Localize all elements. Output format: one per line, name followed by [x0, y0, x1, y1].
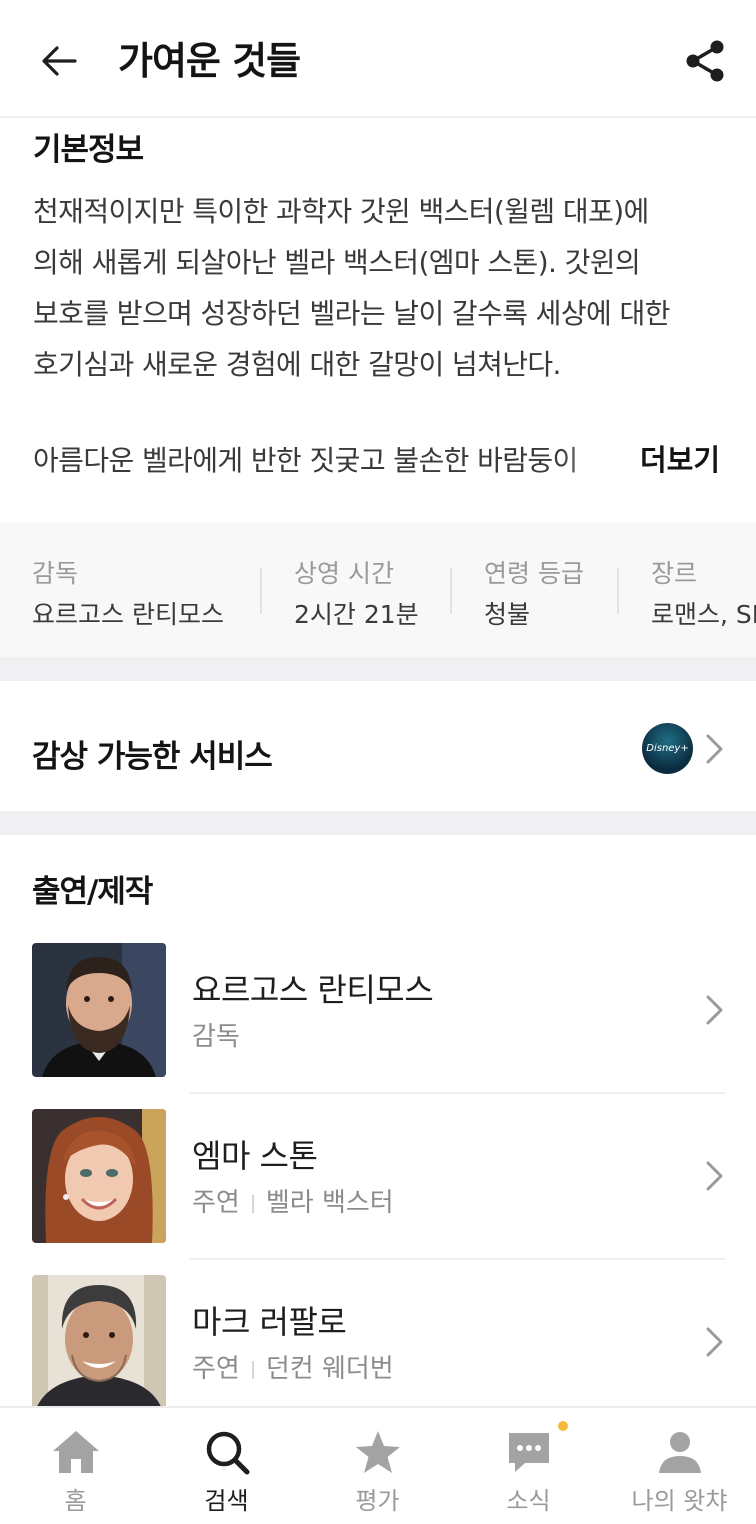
- share-icon: [686, 40, 724, 82]
- nav-home[interactable]: 홈: [0, 1408, 151, 1524]
- role-separator: [251, 1360, 254, 1379]
- cast-character: 던컨 웨더번: [265, 1354, 394, 1384]
- share-button[interactable]: [680, 36, 730, 86]
- nav-label: 평가: [355, 1487, 400, 1515]
- meta-value: 2시간 21분: [294, 600, 419, 629]
- cast-name: 마크 러팔로: [192, 1303, 347, 1341]
- more-button[interactable]: 더보기: [640, 435, 720, 486]
- cast-row[interactable]: 엠마 스톤 주연 벨라 백스터: [0, 1109, 756, 1275]
- cast-name: 요르고스 란티모스: [192, 971, 434, 1009]
- director-photo: [32, 943, 166, 1077]
- cast-role-type: 감독: [192, 1022, 240, 1052]
- row-divider: [190, 1092, 725, 1094]
- page-title: 가여운 것들: [118, 39, 301, 83]
- meta-divider: [450, 568, 452, 614]
- actor-photo: [32, 1109, 166, 1243]
- nav-label: 나의 왓챠: [631, 1487, 728, 1515]
- cast-role: 감독: [192, 1019, 240, 1055]
- text-fade: [560, 435, 640, 486]
- home-icon: [50, 1426, 102, 1478]
- chevron-right-icon: [706, 995, 723, 1025]
- bottom-navigation: 홈 검색 평가 소식 나의 왓챠: [0, 1406, 756, 1524]
- nav-news[interactable]: 소식: [453, 1408, 604, 1524]
- synopsis-truncated-line: 아름다운 벨라에게 반한 짓궂고 불손한 바람둥이: [33, 444, 578, 477]
- section-gap: [0, 811, 756, 835]
- cast-role-type: 주연: [192, 1354, 240, 1384]
- disney-plus-logo: Disney+: [642, 723, 693, 774]
- meta-label: 상영 시간: [294, 559, 394, 588]
- basic-info-title: 기본정보: [33, 132, 144, 168]
- cast-role-type: 주연: [192, 1188, 240, 1218]
- top-app-bar: 가여운 것들: [0, 0, 756, 118]
- meta-value: 청불: [484, 600, 531, 629]
- synopsis-line: 천재적이지만 특이한 과학자 갓윈 백스터(윌렘 대포)에: [33, 195, 649, 228]
- meta-label: 연령 등급: [484, 559, 584, 588]
- movie-meta-strip[interactable]: 감독 요르고스 란티모스 상영 시간 2시간 21분 연령 등급 청불 장르 로…: [0, 522, 756, 657]
- services-title: 감상 가능한 서비스: [32, 739, 273, 775]
- synopsis-text: 천재적이지만 특이한 과학자 갓윈 백스터(윌렘 대포)에 의해 새롭게 되살아…: [33, 186, 733, 390]
- meta-value: 로맨스, SF: [651, 600, 756, 629]
- actor-photo: [32, 1275, 166, 1409]
- meta-label: 감독: [32, 559, 79, 588]
- synopsis-line: 보호를 받으며 성장하던 벨라는 날이 갈수록 세상에 대한: [33, 297, 670, 330]
- row-divider: [190, 1258, 725, 1260]
- streaming-services-row[interactable]: 감상 가능한 서비스 Disney+: [0, 681, 756, 811]
- cast-role: 주연 벨라 백스터: [192, 1185, 394, 1221]
- back-button[interactable]: [34, 36, 84, 86]
- meta-age-rating: 연령 등급 청불: [484, 556, 584, 638]
- nav-label: 홈: [64, 1487, 87, 1515]
- chat-icon: [503, 1426, 555, 1478]
- arrow-left-icon: [42, 46, 77, 76]
- synopsis-line: 호기심과 새로운 경험에 대한 갈망이 넘쳐난다.: [33, 348, 561, 381]
- chevron-right-icon: [706, 1161, 723, 1191]
- nav-my-watcha[interactable]: 나의 왓챠: [604, 1408, 755, 1524]
- search-icon: [201, 1426, 253, 1478]
- nav-rate[interactable]: 평가: [302, 1408, 453, 1524]
- meta-divider: [260, 568, 262, 614]
- meta-value: 요르고스 란티모스: [32, 600, 224, 629]
- nav-label: 검색: [204, 1487, 249, 1515]
- meta-runtime: 상영 시간 2시간 21분: [294, 556, 419, 638]
- meta-label: 장르: [651, 559, 698, 588]
- section-gap: [0, 657, 756, 681]
- meta-director: 감독 요르고스 란티모스: [32, 556, 224, 638]
- star-icon: [352, 1426, 404, 1478]
- cast-row[interactable]: 요르고스 란티모스 감독: [0, 943, 756, 1109]
- synopsis-line: 의해 새롭게 되살아난 벨라 백스터(엠마 스톤). 갓윈의: [33, 246, 641, 279]
- cast-name: 엠마 스톤: [192, 1137, 318, 1175]
- disney-plus-logo-text: Disney+: [646, 743, 689, 754]
- notification-dot: [558, 1421, 568, 1431]
- cast-role: 주연 던컨 웨더번: [192, 1351, 394, 1387]
- meta-divider: [617, 568, 619, 614]
- chevron-right-icon: [706, 1327, 723, 1357]
- user-icon: [654, 1426, 706, 1478]
- role-separator: [251, 1194, 254, 1213]
- cast-title: 출연/제작: [32, 874, 153, 910]
- cast-character: 벨라 백스터: [265, 1188, 394, 1218]
- nav-search[interactable]: 검색: [151, 1408, 302, 1524]
- nav-label: 소식: [506, 1487, 551, 1515]
- chevron-right-icon: [706, 734, 723, 764]
- meta-genre: 장르 로맨스, SF: [651, 556, 756, 638]
